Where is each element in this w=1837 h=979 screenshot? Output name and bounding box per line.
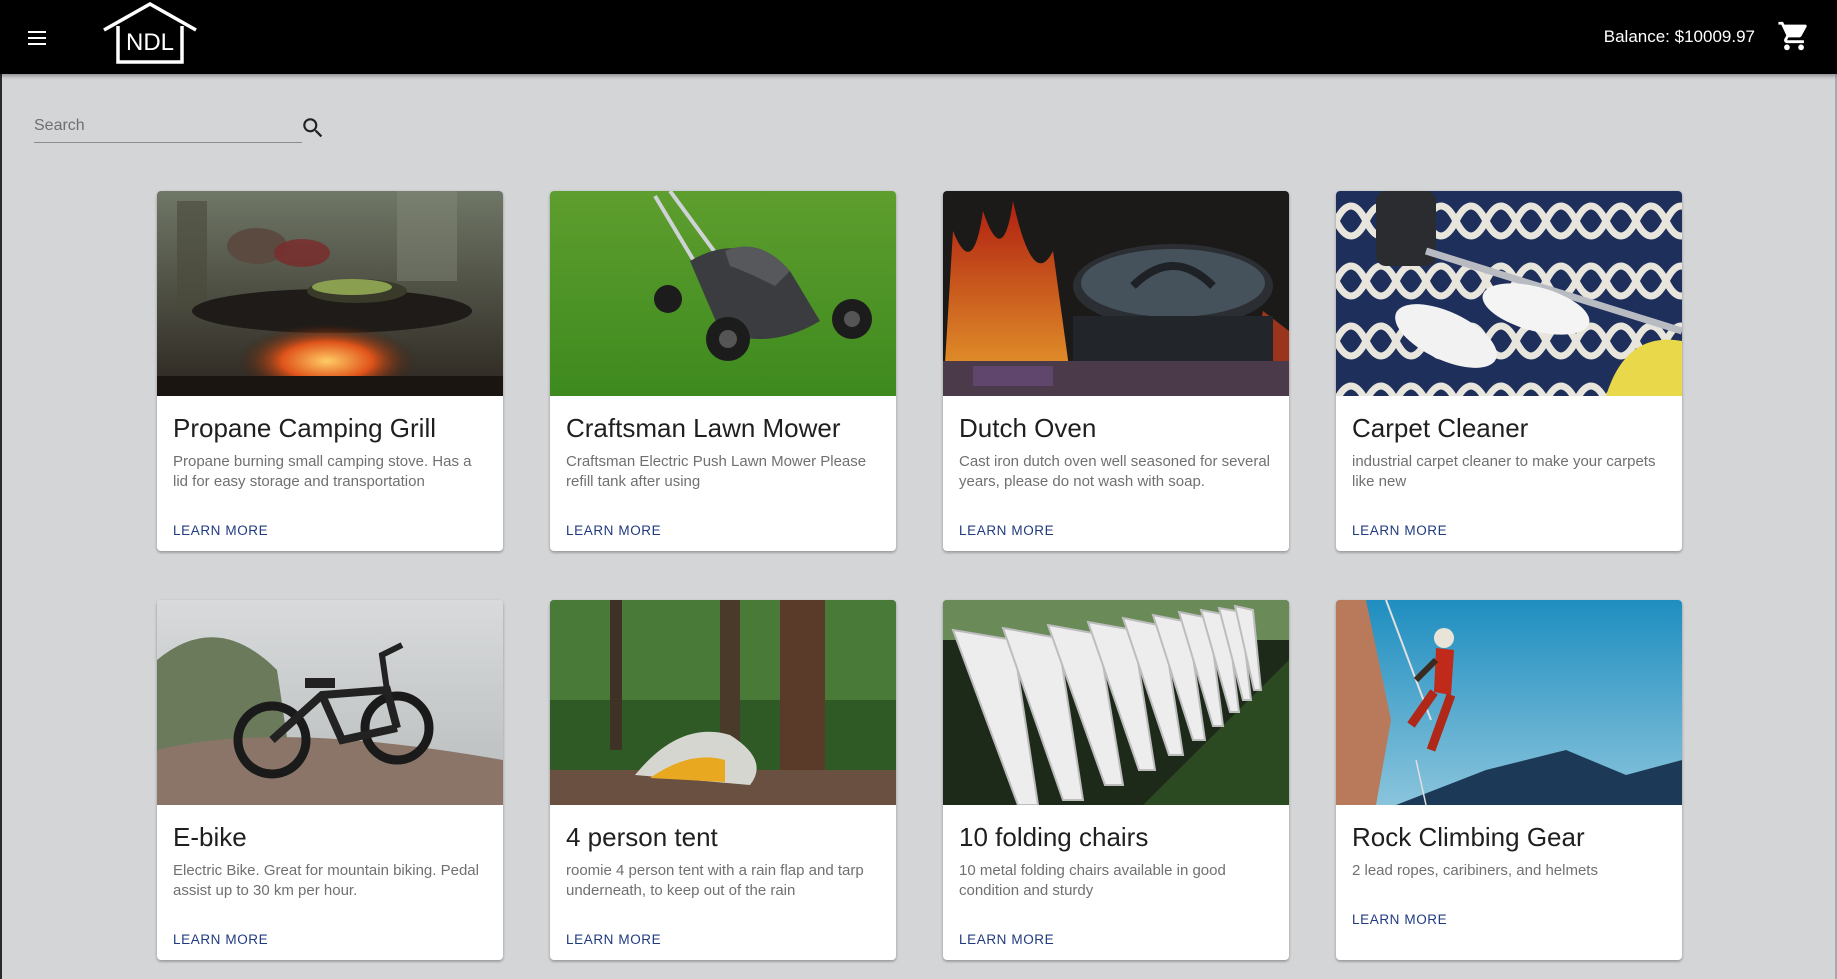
menu-icon: [28, 31, 46, 33]
product-card[interactable]: Propane Camping Grill Propane burning sm…: [157, 191, 503, 551]
learn-more-button[interactable]: LEARN MORE: [1352, 912, 1447, 927]
product-title: Craftsman Lawn Mower: [566, 413, 841, 443]
product-image-dutch-oven: [943, 191, 1289, 396]
menu-button[interactable]: [24, 24, 52, 52]
product-description: industrial carpet cleaner to make your c…: [1352, 453, 1656, 490]
house-logo-icon: NDL: [103, 1, 197, 64]
product-description: Propane burning small camping stove. Has…: [173, 453, 472, 490]
product-title: 10 folding chairs: [959, 822, 1149, 852]
product-title: E-bike: [173, 822, 247, 852]
product-image-grill: [157, 191, 503, 396]
product-image-ebike: [157, 600, 503, 805]
product-card[interactable]: 10 folding chairs 10 metal folding chair…: [943, 600, 1289, 960]
learn-more-button[interactable]: LEARN MORE: [959, 523, 1054, 538]
product-description: Electric Bike. Great for mountain biking…: [173, 862, 479, 899]
product-image-lawn-mower: [550, 191, 896, 396]
learn-more-button[interactable]: LEARN MORE: [173, 932, 268, 947]
balance-label: Balance: $10009.97: [1603, 27, 1755, 46]
search-icon: [303, 118, 323, 138]
product-title: Propane Camping Grill: [173, 413, 437, 443]
left-edge: [0, 0, 2, 979]
product-image-climbing: [1336, 600, 1682, 805]
product-description: Craftsman Electric Push Lawn Mower Pleas…: [566, 453, 867, 490]
house-logo[interactable]: NDL: [100, 1, 200, 68]
product-image-carpet-cleaner: [1336, 191, 1682, 396]
learn-more-button[interactable]: LEARN MORE: [566, 932, 661, 947]
search-field[interactable]: [34, 114, 302, 143]
product-description: Cast iron dutch oven well seasoned for s…: [959, 453, 1271, 490]
shopping-cart-icon: [1778, 21, 1807, 51]
product-title: Dutch Oven: [959, 413, 1097, 443]
learn-more-button[interactable]: LEARN MORE: [566, 523, 661, 538]
product-description: roomie 4 person tent with a rain flap an…: [566, 862, 864, 899]
app-bar: NDL Balance: $10009.97: [0, 0, 1837, 74]
product-card[interactable]: E-bike Electric Bike. Great for mountain…: [157, 600, 503, 960]
product-card[interactable]: Craftsman Lawn Mower Craftsman Electric …: [550, 191, 896, 551]
product-description: 10 metal folding chairs available in goo…: [959, 862, 1226, 899]
learn-more-button[interactable]: LEARN MORE: [1352, 523, 1447, 538]
learn-more-button[interactable]: LEARN MORE: [173, 523, 268, 538]
product-card[interactable]: Dutch Oven Cast iron dutch oven well sea…: [943, 191, 1289, 551]
product-image-folding-chairs: [943, 600, 1289, 805]
product-card[interactable]: Carpet Cleaner industrial carpet cleaner…: [1336, 191, 1682, 551]
cart-button[interactable]: [1777, 19, 1811, 53]
product-title: 4 person tent: [566, 822, 718, 852]
product-title: Carpet Cleaner: [1352, 413, 1529, 443]
product-title: Rock Climbing Gear: [1352, 822, 1585, 852]
logo-text: NDL: [126, 29, 174, 56]
search-input[interactable]: [34, 114, 294, 138]
product-image-tent: [550, 600, 896, 805]
product-card[interactable]: Rock Climbing Gear 2 lead ropes, caribin…: [1336, 600, 1682, 960]
learn-more-button[interactable]: LEARN MORE: [959, 932, 1054, 947]
product-card[interactable]: 4 person tent roomie 4 person tent with …: [550, 600, 896, 960]
search-button[interactable]: [300, 115, 326, 141]
product-description: 2 lead ropes, caribiners, and helmets: [1352, 862, 1598, 879]
